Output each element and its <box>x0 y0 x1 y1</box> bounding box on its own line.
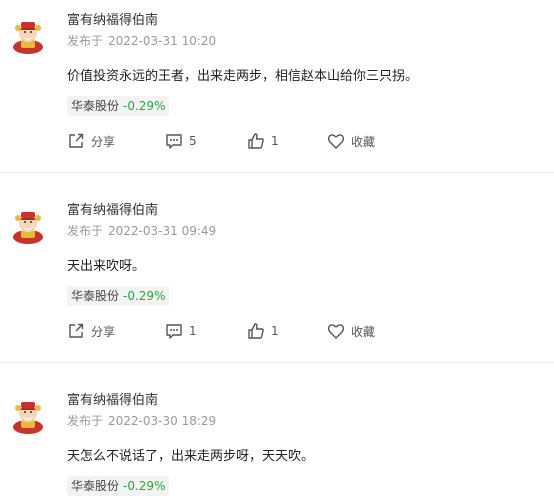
favorite-label: 收藏 <box>351 324 376 339</box>
stock-change: -0.29% <box>123 479 166 493</box>
like-count: 1 <box>271 134 279 148</box>
divider <box>0 172 554 173</box>
share-icon <box>69 323 84 338</box>
comment-count: 5 <box>189 134 197 148</box>
like-icon <box>248 323 264 339</box>
stock-change: -0.29% <box>123 289 166 303</box>
like-button[interactable]: 1 <box>247 130 279 152</box>
comment-button[interactable]: 1 <box>165 320 197 342</box>
heart-icon <box>327 324 345 339</box>
publish-timestamp: 2022-03-31 09:49 <box>108 224 217 238</box>
share-button[interactable]: 分享 <box>67 320 115 342</box>
post-item: 富有纳福得伯南 发布于 2022-03-31 10:20 价值投资永远的王者，出来… <box>0 0 554 190</box>
share-icon <box>69 133 84 148</box>
like-count: 1 <box>271 324 279 338</box>
comment-icon <box>166 324 182 339</box>
stock-change: -0.29% <box>123 99 166 113</box>
post-content: 天怎么不说话了，出来走两步呀，天天吹。 <box>67 449 315 464</box>
comment-count: 1 <box>189 324 197 338</box>
stock-tag[interactable]: 华泰股份 -0.29% <box>67 476 170 496</box>
stock-name: 华泰股份 <box>71 479 120 493</box>
post-content: 天出来吹呀。 <box>67 259 146 274</box>
share-label: 分享 <box>91 324 116 339</box>
favorite-button[interactable]: 收藏 <box>327 130 375 152</box>
share-button[interactable]: 分享 <box>67 130 115 152</box>
stock-tag[interactable]: 华泰股份 -0.29% <box>67 96 170 116</box>
favorite-button[interactable]: 收藏 <box>327 320 375 342</box>
publish-time: 发布于 2022-03-31 10:20 <box>67 32 216 49</box>
avatar[interactable] <box>8 204 48 244</box>
comment-button[interactable]: 5 <box>165 130 197 152</box>
publish-prefix: 发布于 <box>67 414 104 428</box>
post-content: 价值投资永远的王者，出来走两步，相信赵本山给你三只拐。 <box>67 69 419 84</box>
like-icon <box>248 133 264 149</box>
divider <box>0 362 554 363</box>
author-name[interactable]: 富有纳福得伯南 <box>67 199 158 218</box>
avatar[interactable] <box>8 14 48 54</box>
post-item: 富有纳福得伯南 发布于 2022-03-30 18:29 天怎么不说话了，出来走两… <box>0 380 554 499</box>
avatar[interactable] <box>8 394 48 434</box>
post-item: 富有纳福得伯南 发布于 2022-03-31 09:49 天出来吹呀。 华泰股份 -… <box>0 190 554 380</box>
author-name[interactable]: 富有纳福得伯南 <box>67 389 158 408</box>
share-label: 分享 <box>91 134 116 149</box>
favorite-label: 收藏 <box>351 134 376 149</box>
like-button[interactable]: 1 <box>247 320 279 342</box>
publish-time: 发布于 2022-03-31 09:49 <box>67 222 216 239</box>
publish-timestamp: 2022-03-30 18:29 <box>108 414 217 428</box>
author-name[interactable]: 富有纳福得伯南 <box>67 9 158 28</box>
publish-timestamp: 2022-03-31 10:20 <box>108 34 217 48</box>
comment-icon <box>166 134 182 149</box>
stock-tag[interactable]: 华泰股份 -0.29% <box>67 286 170 306</box>
publish-prefix: 发布于 <box>67 34 104 48</box>
publish-prefix: 发布于 <box>67 224 104 238</box>
stock-name: 华泰股份 <box>71 99 120 113</box>
stock-name: 华泰股份 <box>71 289 120 303</box>
publish-time: 发布于 2022-03-30 18:29 <box>67 412 216 429</box>
heart-icon <box>327 134 345 149</box>
